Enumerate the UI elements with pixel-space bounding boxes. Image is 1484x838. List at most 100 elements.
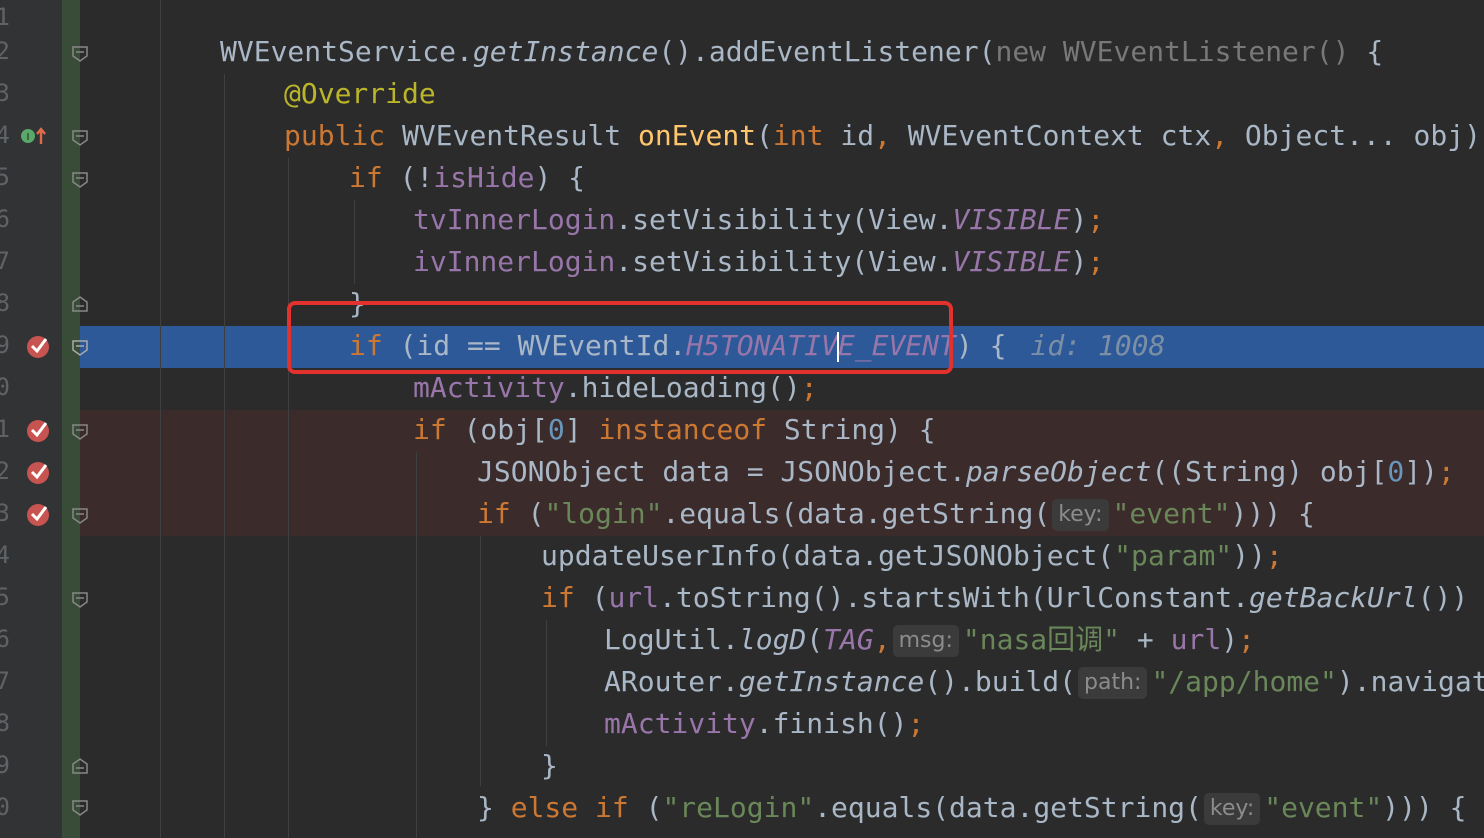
code-token: ARouter. bbox=[604, 665, 739, 698]
code-token: + bbox=[1120, 623, 1171, 656]
line-number: 5 bbox=[0, 583, 10, 611]
code-line[interactable]: LogUtil.logD(TAG, msg: "nasa回调" + url); bbox=[604, 619, 1255, 661]
code-token: , bbox=[873, 623, 891, 656]
fold-marker-icon[interactable] bbox=[72, 508, 88, 524]
fold-end-marker-icon[interactable] bbox=[72, 758, 88, 774]
parameter-hint: msg: bbox=[892, 625, 959, 657]
code-token: ( bbox=[574, 581, 609, 614]
breakpoint-check-icon[interactable] bbox=[26, 461, 50, 485]
code-token: ( bbox=[756, 119, 773, 152]
line-number: 8 bbox=[0, 709, 10, 737]
line-number: 7 bbox=[0, 247, 10, 275]
field-token: mActivity bbox=[604, 707, 756, 740]
line-number: 4 bbox=[0, 121, 10, 149]
code-token: LogUtil. bbox=[604, 623, 739, 656]
code-line[interactable]: if ("login".equals(data.getString(key: "e… bbox=[477, 493, 1315, 535]
line-number: 2 bbox=[0, 457, 10, 485]
field-token: mActivity bbox=[413, 371, 565, 404]
code-token: ))) { bbox=[1382, 791, 1467, 824]
parameter-hint: key: bbox=[1203, 793, 1261, 825]
breakpoint-check-icon[interactable] bbox=[26, 419, 50, 443]
code-token: ) bbox=[1070, 203, 1088, 236]
code-token: . bbox=[456, 35, 473, 68]
code-token: { bbox=[1366, 35, 1384, 68]
parameter-hint: path: bbox=[1078, 667, 1148, 699]
code-line[interactable]: @Override bbox=[284, 73, 436, 115]
line-number: 5 bbox=[0, 163, 10, 191]
svg-text:I: I bbox=[27, 132, 30, 143]
code-token: WVEventService bbox=[220, 35, 457, 68]
line-number: 0 bbox=[0, 793, 10, 821]
code-token: updateUserInfo(data.getJSONObject( bbox=[541, 539, 1115, 572]
code-line[interactable]: if (obj[0] instanceof String) { bbox=[413, 409, 936, 451]
code-token: ))) { bbox=[1230, 497, 1315, 530]
code-token: ( bbox=[510, 497, 545, 530]
code-line[interactable]: ARouter.getInstance().build(path: "/app/h… bbox=[604, 661, 1484, 703]
code-token: ; bbox=[1265, 539, 1283, 572]
code-token: ()) && bbox=[1417, 581, 1469, 614]
code-token: (! bbox=[382, 161, 434, 194]
code-token: ; bbox=[907, 707, 925, 740]
field-token: url bbox=[608, 581, 660, 614]
string-token: "event" bbox=[1112, 497, 1231, 530]
fold-end-marker-icon[interactable] bbox=[72, 296, 88, 312]
static-method-token: parseObject bbox=[965, 455, 1152, 488]
keyword-token: if bbox=[541, 581, 575, 614]
code-token: WVEventContext ctx bbox=[890, 119, 1212, 152]
line-number: 9 bbox=[0, 331, 10, 359]
code-token: WVEventResult bbox=[385, 119, 639, 152]
keyword-token: public bbox=[284, 119, 386, 152]
indent-guide bbox=[354, 200, 355, 284]
breakpoint-check-icon[interactable] bbox=[26, 335, 50, 359]
code-editor[interactable]: 1 2 3 4 5 6 7 8 9 0 1 2 3 4 5 6 7 8 9 0 … bbox=[0, 0, 1484, 838]
implements-method-icon[interactable]: I bbox=[20, 124, 50, 148]
line-number: 0 bbox=[0, 373, 10, 401]
fold-marker-icon[interactable] bbox=[72, 424, 88, 440]
fold-marker-icon[interactable] bbox=[72, 130, 88, 146]
fold-marker-icon[interactable] bbox=[72, 800, 88, 816]
code-line[interactable]: ivInnerLogin.setVisibility(View.VISIBLE)… bbox=[413, 241, 1104, 283]
line-number: 9 bbox=[0, 751, 10, 779]
method-name-token: onEvent bbox=[638, 119, 757, 152]
code-line[interactable]: mActivity.finish(); bbox=[604, 703, 924, 745]
vcs-change-marker bbox=[62, 0, 80, 838]
code-line[interactable]: WVEventService.getInstance().addEventLis… bbox=[220, 31, 1383, 73]
code-line[interactable]: JSONObject data = JSONObject.parseObject… bbox=[477, 451, 1455, 493]
string-token: "login" bbox=[544, 497, 663, 530]
fold-marker-icon[interactable] bbox=[72, 592, 88, 608]
code-line[interactable]: public WVEventResult onEvent(int id, WVE… bbox=[284, 115, 1484, 157]
code-line[interactable]: } bbox=[541, 745, 558, 787]
code-token: ) bbox=[1221, 623, 1239, 656]
string-token: "/app/home" bbox=[1151, 665, 1337, 698]
indent-guide bbox=[546, 620, 547, 746]
line-number: 3 bbox=[0, 499, 10, 527]
code-token: )) bbox=[1232, 539, 1266, 572]
code-token: ] bbox=[564, 413, 599, 446]
field-token: url bbox=[1170, 623, 1222, 656]
code-line[interactable]: updateUserInfo(data.getJSONObject("param… bbox=[541, 535, 1283, 577]
code-line[interactable]: if (!isHide) { bbox=[349, 157, 585, 199]
string-token: "event" bbox=[1264, 791, 1383, 824]
code-token: ; bbox=[1238, 623, 1255, 656]
static-field-token: TAG bbox=[823, 623, 874, 656]
annotation-token: @Override bbox=[284, 77, 436, 110]
code-line[interactable]: if (url.toString().startsWith(UrlConstan… bbox=[541, 577, 1484, 619]
static-method-token: getInstance bbox=[738, 665, 925, 698]
line-number: 1 bbox=[0, 415, 10, 443]
fold-marker-icon[interactable] bbox=[72, 46, 88, 62]
fold-marker-icon[interactable] bbox=[72, 172, 88, 188]
code-line[interactable]: tvInnerLogin.setVisibility(View.VISIBLE)… bbox=[413, 199, 1104, 241]
code-token: ( bbox=[806, 623, 824, 656]
indent-guide bbox=[480, 536, 481, 786]
code-token: , bbox=[1211, 119, 1229, 152]
code-token: (obj[ bbox=[446, 413, 548, 446]
field-token: tvInnerLogin bbox=[413, 203, 616, 236]
breakpoint-check-icon[interactable] bbox=[26, 503, 50, 527]
keyword-token: if bbox=[477, 497, 511, 530]
code-line[interactable]: } else if ("reLogin".equals(data.getStri… bbox=[477, 787, 1467, 829]
field-token: isHide bbox=[433, 161, 535, 194]
keyword-token: instanceof bbox=[598, 413, 768, 446]
code-token: ((String) obj[ bbox=[1151, 455, 1388, 488]
fold-marker-icon[interactable] bbox=[72, 340, 88, 356]
code-token: ().addEventListener( bbox=[658, 35, 996, 68]
